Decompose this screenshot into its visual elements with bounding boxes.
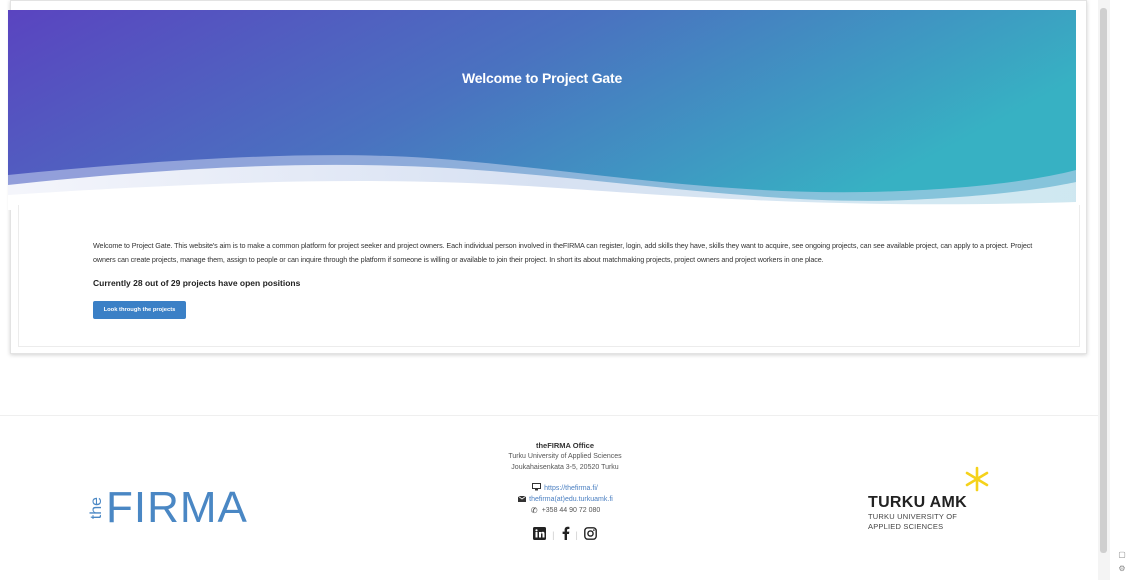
footer-divider <box>0 415 1098 416</box>
office-info: theFIRMA Office Turku University of Appl… <box>400 440 730 543</box>
thefirma-logo[interactable]: the FIRMA <box>88 478 248 538</box>
instagram-icon[interactable] <box>583 526 597 543</box>
contact-phone-row: ✆ +358 44 90 72 080 <box>400 505 730 516</box>
social-separator: | <box>575 529 578 540</box>
intro-paragraph: Welcome to Project Gate. This website's … <box>93 241 1033 264</box>
social-separator: | <box>552 529 555 540</box>
phone-icon: ✆ <box>530 506 538 515</box>
website-link[interactable]: https://thefirma.fi/ <box>544 483 598 494</box>
open-positions-text: Currently 28 out of 29 projects have ope… <box>93 278 301 288</box>
logo-the-text: the <box>88 496 105 520</box>
square-icon[interactable]: ▢ <box>1115 548 1129 562</box>
turku-subtitle-line1: TURKU UNIVERSITY OF <box>868 512 958 521</box>
side-panel-icons: ▢ ⚙ <box>1115 548 1129 576</box>
social-links: | | <box>400 526 730 543</box>
logo-firma-text: FIRMA <box>106 483 248 532</box>
office-title: theFIRMA Office <box>535 441 595 450</box>
email-link[interactable]: thefirma(at)edu.turkuamk.fi <box>529 494 613 505</box>
phone-number: +358 44 90 72 080 <box>541 507 601 514</box>
card-body-border <box>18 205 1080 347</box>
envelope-icon <box>517 494 526 505</box>
turku-subtitle-line2: APPLIED SCIENCES <box>868 522 944 531</box>
contact-email-row: thefirma(at)edu.turkuamk.fi <box>400 494 730 505</box>
contact-website-row: https://thefirma.fi/ <box>400 483 730 494</box>
scrollbar-thumb[interactable] <box>1100 8 1107 553</box>
hero-title: Welcome to Project Gate <box>461 70 623 86</box>
hero-wave-graphic <box>8 10 1076 210</box>
page: Welcome to Project Gate Welcome to Proje… <box>0 0 1131 580</box>
facebook-icon[interactable] <box>561 526 570 543</box>
linkedin-icon[interactable] <box>533 526 547 543</box>
monitor-icon <box>532 483 542 494</box>
settings-icon[interactable]: ⚙ <box>1115 562 1129 576</box>
office-address-line2: Joukahaisenkata 3-5, 20520 Turku <box>511 464 619 471</box>
turku-amk-logo[interactable]: TURKU AMK TURKU UNIVERSITY OF APPLIED SC… <box>868 466 998 532</box>
contact-list: https://thefirma.fi/ thefirma(at)edu.tur… <box>400 483 730 516</box>
asterisk-star-icon <box>964 466 990 497</box>
office-address-line1: Turku University of Applied Sciences <box>508 453 622 460</box>
hero-banner: Welcome to Project Gate <box>8 10 1076 210</box>
look-through-projects-button[interactable]: Look through the projects <box>93 301 186 319</box>
